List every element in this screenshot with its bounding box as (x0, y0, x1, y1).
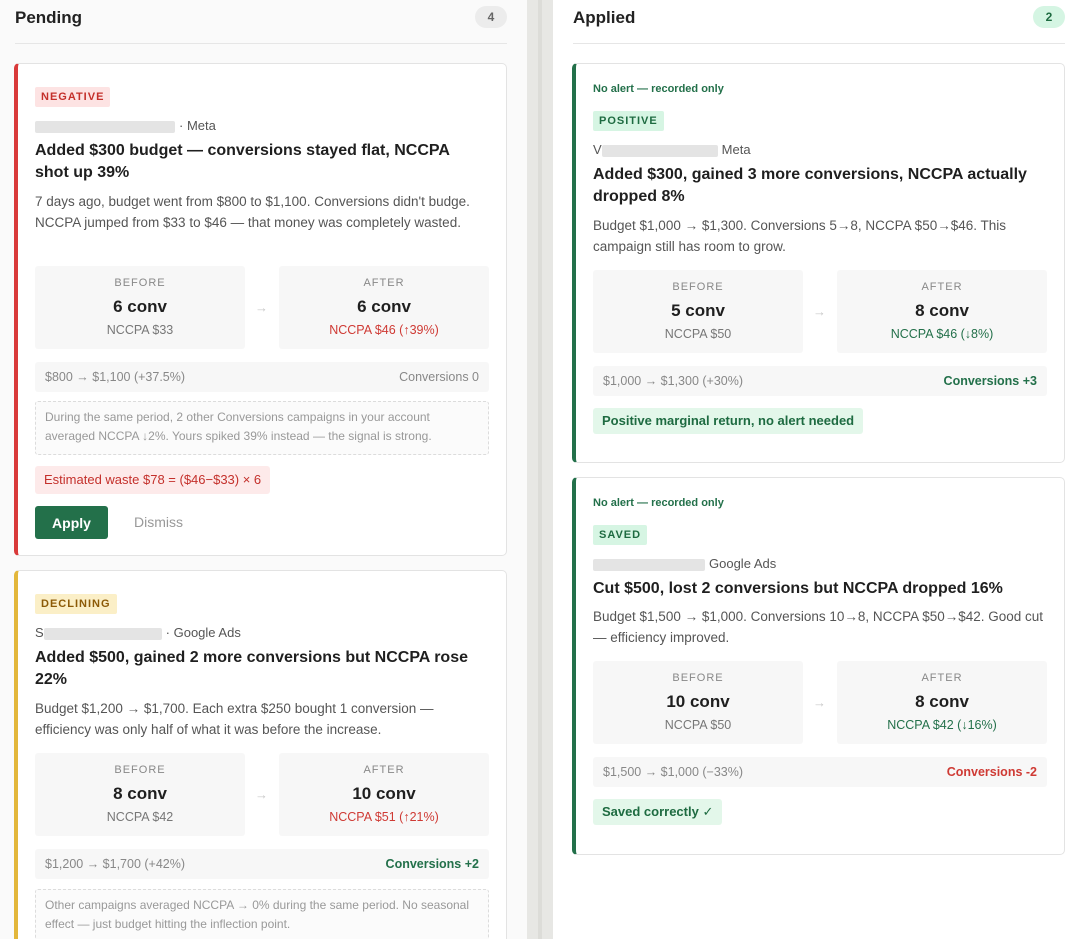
after-metric: AFTER 10 conv NCCPA $51 (↑21%) (279, 753, 489, 836)
before-sub: NCCPA $50 (664, 327, 732, 341)
applied-column: Applied 2 No alert — recorded only POSIT… (553, 0, 1080, 939)
account-platform: Google Ads (709, 556, 777, 571)
after-label: AFTER (921, 672, 963, 684)
budget-change: $1,000 → $1,300 (+30%) (603, 374, 744, 388)
before-metric: BEFORE 8 conv NCCPA $42 (35, 753, 245, 836)
budget-change-row: $1,000 → $1,300 (+30%) Conversions +3 (593, 366, 1047, 396)
before-label: BEFORE (672, 672, 724, 684)
recommendation-card-saved: No alert — recorded only SAVED Google Ad… (572, 477, 1065, 855)
recommendation-card-positive: No alert — recorded only POSITIVE V Meta … (572, 63, 1065, 463)
after-label: AFTER (363, 277, 405, 289)
apply-button[interactable]: Apply (35, 506, 108, 539)
after-metric: AFTER 8 conv NCCPA $46 (↓8%) (837, 270, 1047, 353)
before-metric: BEFORE 5 conv NCCPA $50 (593, 270, 803, 353)
account-line: Google Ads (593, 556, 776, 571)
card-description: Budget $1,500 → $1,000. Conversions 10→8… (593, 609, 1044, 645)
before-metric: BEFORE 10 conv NCCPA $50 (593, 661, 803, 744)
context-note: Other campaigns averaged NCCPA → 0% duri… (35, 889, 489, 939)
conversions-change: Conversions -2 (946, 765, 1037, 779)
account-platform: Meta (721, 142, 751, 157)
divider-line (538, 0, 542, 939)
after-label: AFTER (363, 764, 405, 776)
column-divider[interactable] (527, 0, 553, 939)
before-metric: BEFORE 6 conv NCCPA $33 (35, 266, 245, 349)
before-sub: NCCPA $33 (106, 323, 174, 337)
negative-tag: NEGATIVE (35, 87, 111, 107)
card-description: Budget $1,200 → $1,700. Each extra $250 … (35, 701, 434, 737)
after-metric: AFTER 8 conv NCCPA $42 (↓16%) (837, 661, 1047, 744)
after-value: 8 conv (915, 692, 969, 711)
before-sub: NCCPA $42 (106, 810, 174, 824)
pending-column: Pending 4 NEGATIVE · Meta Added $300 bud… (0, 0, 527, 939)
after-value: 8 conv (915, 301, 969, 320)
redacted-account-name (35, 120, 175, 133)
status-line: No alert — recorded only (593, 497, 724, 509)
arrow-right-icon: → (255, 787, 268, 802)
redacted-account-name (593, 558, 705, 571)
card-headline: Added $300, gained 3 more conversions, N… (593, 166, 1027, 205)
estimated-waste-chip: Estimated waste $78 = ($46−$33) × 6 (35, 466, 271, 494)
after-metric: AFTER 6 conv NCCPA $46 (↑39%) (279, 266, 489, 349)
arrow-right-icon: → (255, 300, 268, 315)
conversions-change: Conversions +3 (943, 374, 1037, 388)
before-label: BEFORE (672, 281, 724, 293)
budget-change: $1,200 → $1,700 (+42%) (45, 857, 186, 871)
before-sub: NCCPA $50 (664, 718, 732, 732)
account-platform: · Meta (179, 118, 216, 133)
budget-change-row: $800 → $1,100 (+37.5%) Conversions 0 (35, 362, 489, 392)
before-value: 10 conv (666, 692, 730, 711)
account-line: · Meta (35, 118, 216, 133)
conversions-change: Conversions +2 (385, 857, 479, 871)
card-description: 7 days ago, budget went from $800 to $1,… (35, 194, 470, 230)
redacted-account-name (601, 144, 718, 157)
positive-tag: POSITIVE (593, 111, 664, 131)
result-chip: Positive marginal return, no alert neede… (593, 408, 864, 434)
declining-tag: DECLINING (35, 594, 117, 614)
context-note: During the same period, 2 other Conversi… (35, 401, 489, 455)
budget-change: $800 → $1,100 (+37.5%) (45, 370, 186, 384)
pending-header: Pending 4 (15, 0, 507, 44)
dismiss-button[interactable]: Dismiss (134, 506, 183, 539)
after-value: 10 conv (352, 784, 416, 803)
before-value: 5 conv (671, 301, 725, 320)
recommendation-card-negative: NEGATIVE · Meta Added $300 budget — conv… (14, 63, 507, 556)
budget-change-row: $1,200 → $1,700 (+42%) Conversions +2 (35, 849, 489, 879)
after-sub: NCCPA $46 (↑39%) (329, 323, 439, 337)
account-platform: · Google Ads (165, 625, 241, 640)
recommendation-card-declining: DECLINING S · Google Ads Added $500, gain… (14, 570, 507, 939)
result-chip: Saved correctly ✓ (593, 799, 723, 825)
before-label: BEFORE (114, 764, 166, 776)
pending-count-badge: 4 (475, 6, 507, 28)
applied-title: Applied (573, 8, 636, 27)
applied-count-badge: 2 (1033, 6, 1065, 28)
saved-tag: SAVED (593, 525, 648, 545)
card-headline: Added $300 budget — conversions stayed f… (35, 142, 450, 181)
after-sub: NCCPA $46 (↓8%) (890, 327, 994, 341)
after-sub: NCCPA $51 (↑21%) (329, 810, 439, 824)
arrow-right-icon: → (813, 695, 826, 710)
card-headline: Added $500, gained 2 more conversions bu… (35, 649, 468, 688)
before-label: BEFORE (114, 277, 166, 289)
account-prefix: S (35, 625, 44, 640)
applied-header: Applied 2 (573, 0, 1065, 44)
budget-change: $1,500 → $1,000 (−33%) (603, 765, 744, 779)
pending-title: Pending (15, 8, 83, 27)
after-value: 6 conv (357, 297, 411, 316)
card-headline: Cut $500, lost 2 conversions but NCCPA d… (593, 580, 1003, 597)
account-line: S · Google Ads (35, 625, 241, 640)
card-description: Budget $1,000 → $1,300. Conversions 5→8,… (593, 218, 1006, 254)
arrow-right-icon: → (813, 304, 826, 319)
before-value: 6 conv (113, 297, 167, 316)
redacted-account-name (43, 627, 162, 640)
after-label: AFTER (921, 281, 963, 293)
status-line: No alert — recorded only (593, 83, 724, 95)
account-prefix: V (593, 142, 602, 157)
budget-change-row: $1,500 → $1,000 (−33%) Conversions -2 (593, 757, 1047, 787)
conversions-change: Conversions 0 (399, 370, 479, 384)
before-value: 8 conv (113, 784, 167, 803)
account-line: V Meta (593, 142, 751, 157)
after-sub: NCCPA $42 (↓16%) (887, 718, 997, 732)
